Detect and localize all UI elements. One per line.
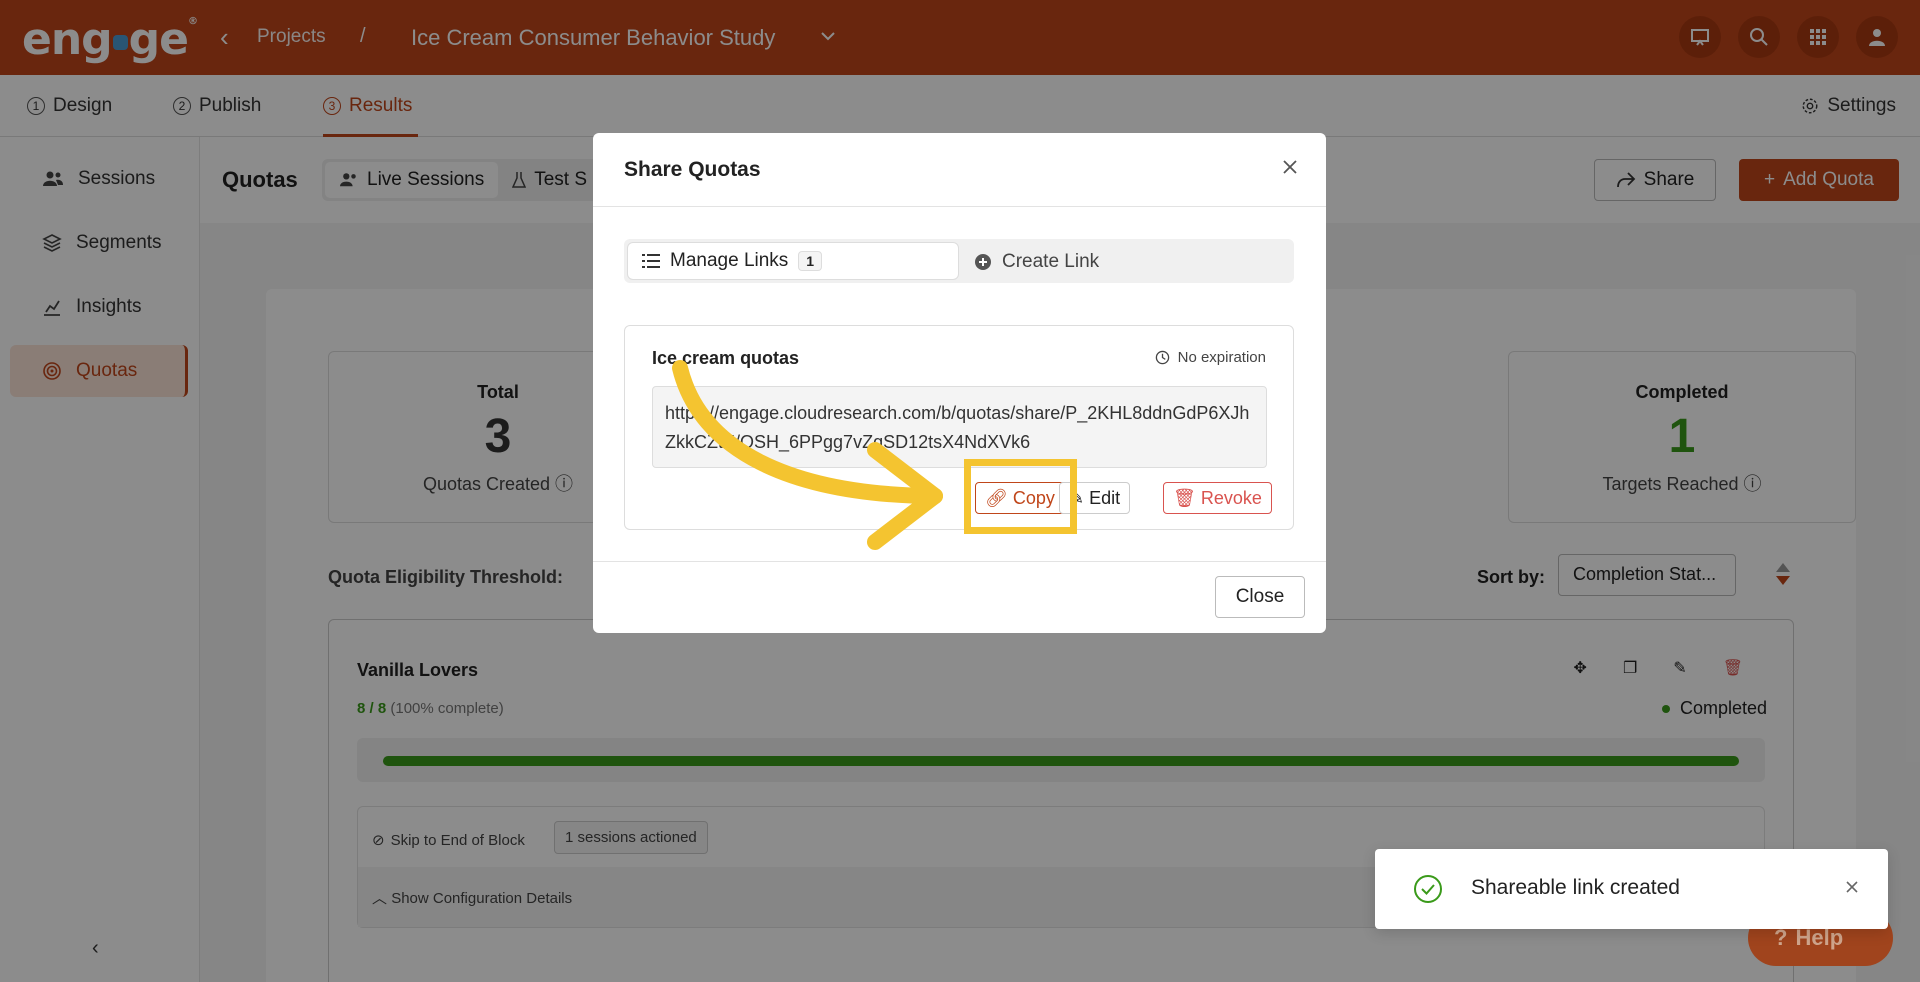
close-icon[interactable] xyxy=(1842,877,1862,897)
edit-label: Edit xyxy=(1089,487,1121,508)
clock-icon xyxy=(1155,350,1169,365)
check-circle-icon xyxy=(1414,875,1442,903)
tab-label: Manage Links xyxy=(670,250,789,271)
modal-title: Share Quotas xyxy=(624,158,761,181)
toast-notification: Shareable link created xyxy=(1375,849,1888,929)
toast-message: Shareable link created xyxy=(1471,876,1680,899)
share-url-field[interactable]: https://engage.cloudresearch.com/b/quota… xyxy=(652,386,1267,468)
link-name: Ice cream quotas xyxy=(652,348,800,368)
highlight-box xyxy=(964,459,1077,534)
share-quotas-modal: Share Quotas Manage Links 1 Create Link … xyxy=(593,133,1326,633)
tab-manage-links[interactable]: Manage Links 1 xyxy=(627,242,959,280)
close-icon[interactable] xyxy=(1278,155,1302,179)
revoke-button[interactable]: 🗑︎ Revoke xyxy=(1163,482,1272,514)
close-button[interactable]: Close xyxy=(1215,576,1305,618)
list-icon xyxy=(642,254,660,268)
modal-header: Share Quotas xyxy=(593,133,1326,207)
expiration-text: No expiration xyxy=(1177,349,1266,366)
links-count-badge: 1 xyxy=(798,251,823,271)
modal-tabs: Manage Links 1 Create Link xyxy=(624,239,1294,283)
modal-footer-divider xyxy=(593,561,1326,562)
revoke-label: Revoke xyxy=(1200,487,1262,508)
share-link-card: Ice cream quotas No expiration https://e… xyxy=(624,325,1294,530)
expiration: No expiration xyxy=(1155,349,1266,366)
trash-icon: 🗑︎ xyxy=(1173,487,1196,508)
plus-circle-icon xyxy=(975,254,991,270)
tab-create-link[interactable]: Create Link xyxy=(974,251,1099,273)
tab-label: Create Link xyxy=(1002,251,1100,272)
